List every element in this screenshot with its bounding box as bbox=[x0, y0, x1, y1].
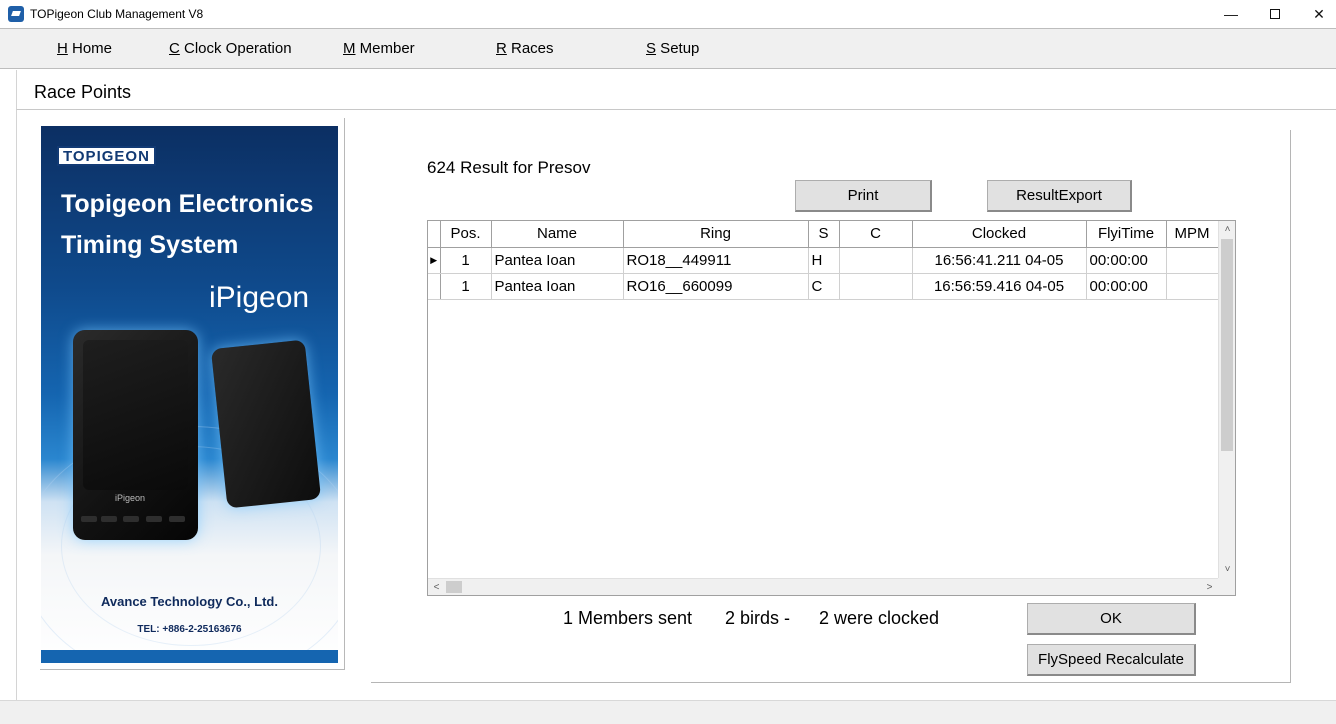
menu-bar: H Home C Clock Operation M Member R Race… bbox=[0, 28, 1336, 69]
members-sent-text: 1 Members sent bbox=[563, 608, 693, 628]
menu-home[interactable]: H Home bbox=[57, 40, 112, 57]
row-selector[interactable] bbox=[428, 273, 441, 300]
scroll-down-icon[interactable]: ˅ bbox=[1219, 561, 1236, 578]
menu-races[interactable]: R Races bbox=[496, 40, 554, 57]
menu-setup-key: S bbox=[646, 40, 657, 57]
ok-button[interactable]: OK bbox=[1027, 603, 1196, 635]
menu-member-key: M bbox=[343, 40, 356, 57]
product-name: iPigeon bbox=[209, 281, 310, 314]
scroll-right-icon[interactable]: > bbox=[1201, 579, 1218, 596]
results-table: Pos. Name Ring S C Clocked FlyiTime MPM … bbox=[428, 221, 1219, 300]
cell-flytime[interactable]: 00:00:00 bbox=[1086, 247, 1167, 274]
device-button bbox=[81, 516, 97, 522]
scroll-up-icon[interactable]: ˄ bbox=[1219, 221, 1236, 238]
menu-setup[interactable]: S Setup bbox=[646, 40, 699, 57]
banner-headline: Topigeon Electronics Timing System bbox=[61, 184, 331, 266]
column-header-pos[interactable]: Pos. bbox=[440, 221, 492, 248]
device-button bbox=[146, 516, 162, 522]
menu-clock-label: Clock Operation bbox=[179, 40, 292, 57]
cell-flytime[interactable]: 00:00:00 bbox=[1086, 273, 1167, 300]
cell-pos[interactable]: 1 bbox=[440, 273, 492, 300]
logo-text: TOPIGEON bbox=[63, 147, 150, 165]
cell-ring[interactable]: RO16__660099 bbox=[623, 273, 809, 300]
cell-s[interactable]: C bbox=[808, 273, 840, 300]
column-header-clocked[interactable]: Clocked bbox=[912, 221, 1087, 248]
column-header-selector bbox=[428, 221, 441, 248]
horizontal-scroll-thumb[interactable] bbox=[446, 581, 462, 593]
vertical-scrollbar[interactable]: ˄ ˅ bbox=[1218, 221, 1235, 578]
app-icon bbox=[8, 6, 24, 22]
menu-setup-label: Setup bbox=[656, 40, 700, 57]
device-button bbox=[123, 516, 139, 522]
product-banner: TOPIGEON Topigeon Electronics Timing Sys… bbox=[41, 126, 338, 663]
banner-headline-line1: Topigeon Electronics bbox=[61, 190, 314, 218]
scroll-left-icon[interactable]: < bbox=[428, 579, 445, 596]
results-grid[interactable]: Pos. Name Ring S C Clocked FlyiTime MPM … bbox=[427, 220, 1236, 596]
cell-ring[interactable]: RO18__449911 bbox=[623, 247, 809, 274]
column-header-ring[interactable]: Ring bbox=[623, 221, 809, 248]
device-front-image bbox=[73, 330, 198, 540]
cell-name[interactable]: Pantea Ioan bbox=[491, 273, 624, 300]
menu-races-key: R bbox=[496, 40, 507, 57]
horizontal-scrollbar[interactable]: < > bbox=[428, 578, 1218, 595]
window-title: TOPigeon Club Management V8 bbox=[30, 7, 204, 21]
device-screen bbox=[83, 340, 188, 490]
result-export-button[interactable]: ResultExport bbox=[987, 180, 1132, 212]
cell-s[interactable]: H bbox=[808, 247, 840, 274]
cell-pos[interactable]: 1 bbox=[440, 247, 492, 274]
vertical-scroll-thumb[interactable] bbox=[1221, 239, 1233, 451]
device-button bbox=[169, 516, 185, 522]
page-title: Race Points bbox=[34, 82, 132, 102]
title-bar: TOPigeon Club Management V8 — ✕ bbox=[0, 0, 1336, 28]
menu-home-key: H bbox=[57, 40, 68, 57]
result-title: 624 Result for Presov bbox=[427, 158, 591, 177]
menu-clock-key: C bbox=[169, 40, 180, 57]
scrollbar-corner bbox=[1218, 578, 1235, 595]
close-button[interactable]: ✕ bbox=[1296, 0, 1336, 28]
cell-clocked[interactable]: 16:56:41.211 04-05 bbox=[912, 247, 1087, 274]
cell-name[interactable]: Pantea Ioan bbox=[491, 247, 624, 274]
maximize-icon bbox=[1270, 9, 1280, 19]
device-back-image bbox=[210, 339, 322, 509]
column-header-name[interactable]: Name bbox=[491, 221, 624, 248]
company-tel: TEL: +886-2-25163676 bbox=[137, 624, 242, 635]
menu-clock-operation[interactable]: C Clock Operation bbox=[169, 40, 292, 57]
print-button[interactable]: Print bbox=[795, 180, 932, 212]
column-header-flytime[interactable]: FlyiTime bbox=[1086, 221, 1167, 248]
column-header-s[interactable]: S bbox=[808, 221, 840, 248]
row-selector[interactable]: ▶ bbox=[428, 247, 441, 274]
topigeon-logo: TOPIGEON bbox=[57, 146, 156, 166]
page-header: Race Points bbox=[16, 70, 1336, 110]
menu-member[interactable]: M Member bbox=[343, 40, 415, 57]
clocked-count-text: 2 were clocked bbox=[819, 608, 940, 628]
table-row[interactable]: 1 Pantea Ioan RO16__660099 C 16:56:59.41… bbox=[428, 273, 1219, 300]
menu-home-label: Home bbox=[67, 40, 113, 57]
company-name: Avance Technology Co., Ltd. bbox=[101, 594, 278, 609]
birds-count-text: 2 birds - bbox=[725, 608, 791, 628]
menu-member-label: Member bbox=[355, 40, 415, 57]
cell-mpm[interactable] bbox=[1166, 273, 1219, 300]
body-divider bbox=[16, 110, 17, 700]
menu-races-label: Races bbox=[506, 40, 554, 57]
column-header-mpm[interactable]: MPM bbox=[1166, 221, 1219, 248]
flyspeed-recalculate-button[interactable]: FlySpeed Recalculate bbox=[1027, 644, 1196, 676]
banner-stripe bbox=[41, 650, 338, 663]
cell-clocked[interactable]: 16:56:59.416 04-05 bbox=[912, 273, 1087, 300]
table-row[interactable]: ▶ 1 Pantea Ioan RO18__449911 H 16:56:41.… bbox=[428, 247, 1219, 274]
cell-c[interactable] bbox=[839, 247, 913, 274]
status-bar bbox=[0, 700, 1336, 724]
minimize-button[interactable]: — bbox=[1208, 0, 1254, 28]
device-button bbox=[101, 516, 117, 522]
cell-mpm[interactable] bbox=[1166, 247, 1219, 274]
table-header-row: Pos. Name Ring S C Clocked FlyiTime MPM bbox=[428, 221, 1219, 248]
maximize-button[interactable] bbox=[1252, 0, 1298, 28]
banner-headline-line2: Timing System bbox=[61, 231, 239, 259]
cell-c[interactable] bbox=[839, 273, 913, 300]
column-header-c[interactable]: C bbox=[839, 221, 913, 248]
device-label: iPigeon bbox=[115, 493, 146, 503]
